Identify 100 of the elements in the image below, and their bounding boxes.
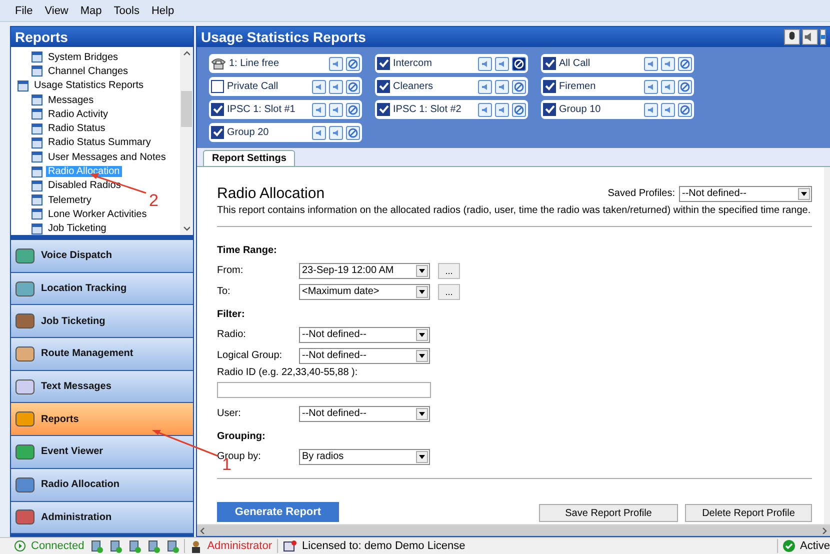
- speaker-icon[interactable]: [312, 102, 326, 116]
- nav-button[interactable]: Reports: [11, 403, 193, 436]
- radio-icon: [146, 540, 160, 552]
- section-heading: Filter:: [217, 309, 246, 320]
- speaker-icon[interactable]: [312, 126, 326, 140]
- connection-status: Connected: [31, 540, 84, 552]
- speaker-icon[interactable]: [802, 29, 818, 45]
- tab[interactable]: Report Settings: [203, 150, 296, 166]
- check-icon: [783, 540, 796, 552]
- channel-label: Cleaners: [393, 81, 434, 92]
- annotation-number: 2: [149, 191, 158, 211]
- speaker-icon[interactable]: [644, 80, 658, 94]
- field-label: Logical Group:: [217, 350, 284, 361]
- mute-icon[interactable]: [329, 126, 343, 140]
- checkbox[interactable]: [543, 103, 556, 116]
- document-icon: [31, 194, 43, 206]
- speaker-icon[interactable]: [478, 80, 492, 94]
- field-label: User:: [217, 408, 242, 419]
- tree-item[interactable]: Disabled Radios: [46, 180, 123, 192]
- chevron-icon[interactable]: [821, 527, 828, 534]
- browse-button[interactable]: ...: [438, 262, 460, 278]
- dropdown-field[interactable]: 23-Sep-19 12:00 AM: [299, 262, 430, 278]
- field-label: Saved Profiles:: [608, 188, 675, 199]
- panel-title: Usage Statistics Reports: [201, 29, 366, 45]
- menu-item[interactable]: Help: [146, 2, 180, 18]
- microphone-icon[interactable]: [784, 29, 800, 45]
- caret-icon: [419, 268, 425, 272]
- mute-icon[interactable]: [329, 56, 343, 70]
- tree-item[interactable]: Messages: [46, 94, 96, 106]
- mute-icon[interactable]: [329, 80, 343, 94]
- status-text: Active: [800, 540, 830, 552]
- checkbox[interactable]: [377, 80, 390, 93]
- tree-item[interactable]: Radio Status: [46, 123, 108, 134]
- annotation-arrow: [90, 173, 146, 194]
- save-profile-button[interactable]: Save Report Profile: [539, 504, 678, 522]
- delete-profile-button[interactable]: Delete Report Profile: [685, 504, 812, 522]
- input-field[interactable]: [217, 382, 431, 398]
- browse-button[interactable]: ...: [438, 284, 460, 300]
- tree-item[interactable]: Channel Changes: [46, 66, 130, 77]
- mute-icon[interactable]: [661, 56, 675, 70]
- chevron-icon[interactable]: [183, 50, 190, 57]
- block-icon[interactable]: [512, 56, 526, 70]
- nav-button[interactable]: Radio Allocation: [11, 468, 193, 502]
- checkbox[interactable]: [543, 80, 556, 93]
- dropdown-field[interactable]: --Not defined--: [299, 326, 430, 342]
- dropdown-field[interactable]: --Not defined--: [299, 348, 430, 364]
- mute-icon[interactable]: [329, 102, 343, 116]
- nav-button[interactable]: Text Messages: [11, 370, 193, 404]
- tree-item[interactable]: System Bridges: [46, 52, 120, 63]
- checkbox[interactable]: [211, 80, 224, 93]
- caret-icon: [419, 354, 425, 358]
- tree-item[interactable]: Lone Worker Activities: [46, 208, 149, 220]
- scrollbar[interactable]: [180, 47, 193, 235]
- nav-button[interactable]: Job Ticketing: [11, 305, 193, 338]
- chevron-icon[interactable]: [199, 527, 206, 534]
- menu-item[interactable]: Map: [75, 2, 107, 18]
- speaker-icon[interactable]: [644, 102, 658, 116]
- mute-icon[interactable]: [495, 102, 509, 116]
- dropdown-field[interactable]: By radios: [299, 448, 430, 464]
- checkbox[interactable]: [543, 57, 556, 70]
- menu-item[interactable]: View: [40, 2, 74, 18]
- speaker-icon[interactable]: [644, 56, 658, 70]
- channel-label: IPSC 1: Slot #1: [227, 104, 296, 115]
- mute-icon[interactable]: [495, 80, 509, 94]
- nav-button[interactable]: Route Management: [11, 338, 193, 371]
- checkbox[interactable]: [377, 57, 390, 70]
- checkbox[interactable]: [377, 103, 390, 116]
- speaker-icon[interactable]: [478, 102, 492, 116]
- nav-button[interactable]: Administration: [11, 502, 193, 534]
- tree-item[interactable]: User Messages and Notes: [46, 152, 168, 163]
- channel-label: Group 20: [227, 127, 270, 138]
- scrollbar-thumb[interactable]: [181, 91, 192, 127]
- chevron-icon[interactable]: [183, 225, 190, 232]
- tree-item[interactable]: Radio Activity: [46, 108, 110, 120]
- nav-button[interactable]: Location Tracking: [11, 272, 193, 306]
- dropdown-field[interactable]: --Not defined--: [299, 406, 430, 422]
- tree-item[interactable]: Usage Statistics Reports: [32, 80, 146, 92]
- menu-item[interactable]: File: [10, 2, 38, 18]
- menu-item[interactable]: Tools: [108, 2, 144, 18]
- radio-icon: [89, 540, 104, 552]
- nav-button[interactable]: Voice Dispatch: [11, 240, 193, 273]
- scrollbar[interactable]: [197, 524, 830, 536]
- speaker-icon[interactable]: [478, 56, 492, 70]
- document-icon: [31, 166, 43, 178]
- tree-item[interactable]: Job Ticketing: [46, 223, 108, 234]
- dropdown-field[interactable]: <Maximum date>: [299, 284, 430, 300]
- nav-button[interactable]: Event Viewer: [11, 436, 193, 469]
- section-heading: Grouping:: [217, 431, 266, 442]
- module-icon: [15, 312, 35, 330]
- generate-report-button[interactable]: Generate Report: [217, 502, 339, 522]
- tree-item[interactable]: Telemetry: [46, 194, 94, 206]
- speaker-icon[interactable]: [312, 80, 326, 94]
- module-icon: [15, 246, 35, 265]
- dropdown-field[interactable]: --Not defined--: [679, 186, 812, 202]
- mute-icon[interactable]: [661, 80, 675, 94]
- tree-item[interactable]: Radio Status Summary: [46, 137, 153, 148]
- mute-icon[interactable]: [661, 102, 675, 116]
- checkbox[interactable]: [211, 126, 224, 139]
- module-icon: [15, 378, 35, 396]
- checkbox[interactable]: [211, 103, 224, 116]
